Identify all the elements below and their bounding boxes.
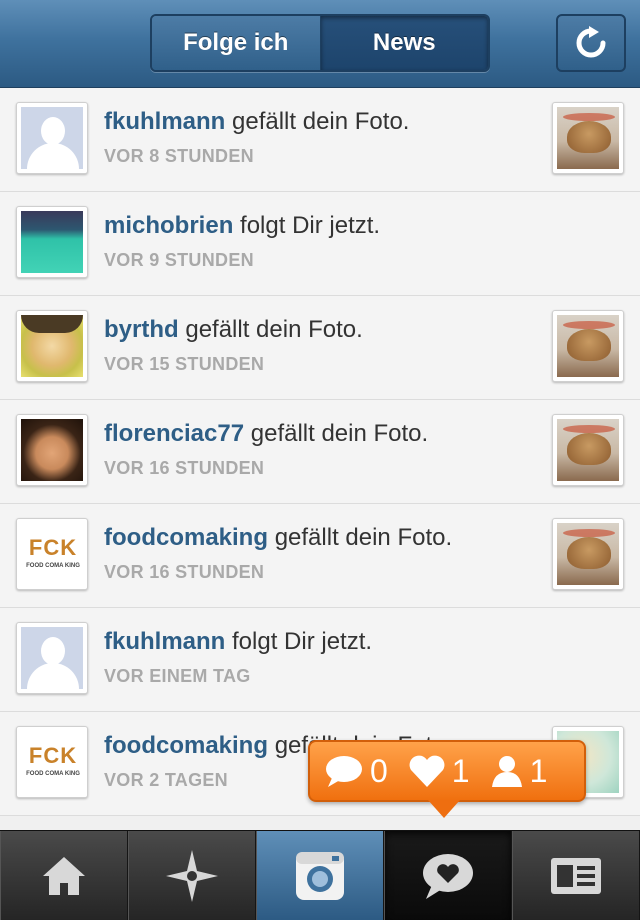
activity-time: VOR 2 TAGEN [104,770,228,790]
like-count: 1 [451,752,470,789]
username-link[interactable]: foodcomaking [104,524,268,551]
tab-home[interactable] [0,831,128,920]
activity-action: gefällt dein Foto. [185,316,363,343]
fck-logo-avatar: FCK FOOD COMA KING [21,523,83,585]
home-icon [43,857,85,895]
activity-row[interactable]: byrthd gefällt dein Foto. VOR 15 STUNDEN [0,296,640,400]
fck-logo-text: FCK [28,743,78,768]
bottom-tab-bar [0,830,640,920]
username-link[interactable]: foodcomaking [104,732,268,759]
activity-time: VOR 9 STUNDEN [104,250,254,270]
fck-logo-subtext: FOOD COMA KING [26,771,80,777]
refresh-button[interactable] [556,14,626,72]
comment-count: 0 [370,752,388,789]
explore-icon [166,850,218,902]
avatar[interactable] [16,414,88,486]
burger-photo [557,419,619,481]
girl-avatar-photo [21,419,83,481]
activity-list: fkuhlmann gefällt dein Foto. VOR 8 STUND… [0,88,640,830]
activity-time: VOR 16 STUNDEN [104,458,265,478]
burger-photo [557,523,619,585]
face-avatar-photo [21,315,83,377]
burger-photo [557,315,619,377]
activity-time: VOR EINEM TAG [104,666,251,686]
comment-icon [324,754,364,788]
activity-action: gefällt dein Foto. [250,420,429,447]
activity-action: gefällt dein Foto. [232,108,410,135]
tab-news[interactable] [384,831,512,920]
username-link[interactable]: florenciac77 [104,420,244,447]
activity-notification-bubble[interactable]: 0 1 1 [308,740,586,802]
fck-logo-avatar: FCK FOOD COMA KING [21,731,83,793]
heart-icon [408,754,446,788]
photo-thumbnail[interactable] [552,414,624,486]
default-avatar-icon [21,627,83,689]
activity-time: VOR 8 STUNDEN [104,146,254,166]
username-link[interactable]: byrthd [104,316,179,343]
pool-avatar-photo [21,211,83,273]
activity-row[interactable]: fkuhlmann folgt Dir jetzt. VOR EINEM TAG [0,608,640,712]
fck-logo-text: FCK [28,535,78,560]
avatar[interactable] [16,622,88,694]
activity-text: fkuhlmann folgt Dir jetzt. [104,628,372,656]
activity-row[interactable]: fkuhlmann gefällt dein Foto. VOR 8 STUND… [0,88,640,192]
activity-row[interactable]: michobrien folgt Dir jetzt. VOR 9 STUNDE… [0,192,640,296]
burger-photo [557,107,619,169]
profile-icon [551,858,601,894]
follower-count: 1 [529,752,548,789]
news-icon [423,854,473,899]
username-link[interactable]: michobrien [104,212,233,239]
photo-thumbnail[interactable] [552,518,624,590]
activity-text: michobrien folgt Dir jetzt. [104,212,380,240]
activity-text: foodcomaking gefällt dein Foto. [104,524,452,552]
activity-row[interactable]: FCK FOOD COMA KING foodcomaking gefällt … [0,504,640,608]
tab-news[interactable]: News [320,16,488,70]
avatar[interactable] [16,310,88,382]
follower-icon [490,754,524,788]
username-link[interactable]: fkuhlmann [104,628,225,655]
photo-thumbnail[interactable] [552,310,624,382]
username-link[interactable]: fkuhlmann [104,108,225,135]
feed-segmented-control: Folge ich News [150,14,490,72]
default-avatar-icon [21,107,83,169]
activity-action: folgt Dir jetzt. [232,628,373,655]
fck-logo-subtext: FOOD COMA KING [26,563,80,569]
activity-action: folgt Dir jetzt. [240,212,381,239]
avatar[interactable] [16,206,88,278]
tab-explore[interactable] [128,831,256,920]
activity-action: gefällt dein Foto. [274,524,453,551]
avatar[interactable]: FCK FOOD COMA KING [16,726,88,798]
activity-text: florenciac77 gefällt dein Foto. [104,420,428,448]
activity-text: fkuhlmann gefällt dein Foto. [104,108,409,136]
tab-following[interactable]: Folge ich [152,16,321,70]
top-navigation-bar: Folge ich News [0,0,640,88]
activity-text: byrthd gefällt dein Foto. [104,316,363,344]
activity-row[interactable]: florenciac77 gefällt dein Foto. VOR 16 S… [0,400,640,504]
refresh-icon [576,26,606,58]
avatar[interactable] [16,102,88,174]
activity-time: VOR 16 STUNDEN [104,562,265,582]
avatar[interactable]: FCK FOOD COMA KING [16,518,88,590]
tab-camera[interactable] [256,831,384,920]
photo-thumbnail[interactable] [552,102,624,174]
notification-bubble-tail [428,800,460,818]
activity-time: VOR 15 STUNDEN [104,354,265,374]
tab-profile[interactable] [512,831,640,920]
camera-icon [296,852,344,900]
